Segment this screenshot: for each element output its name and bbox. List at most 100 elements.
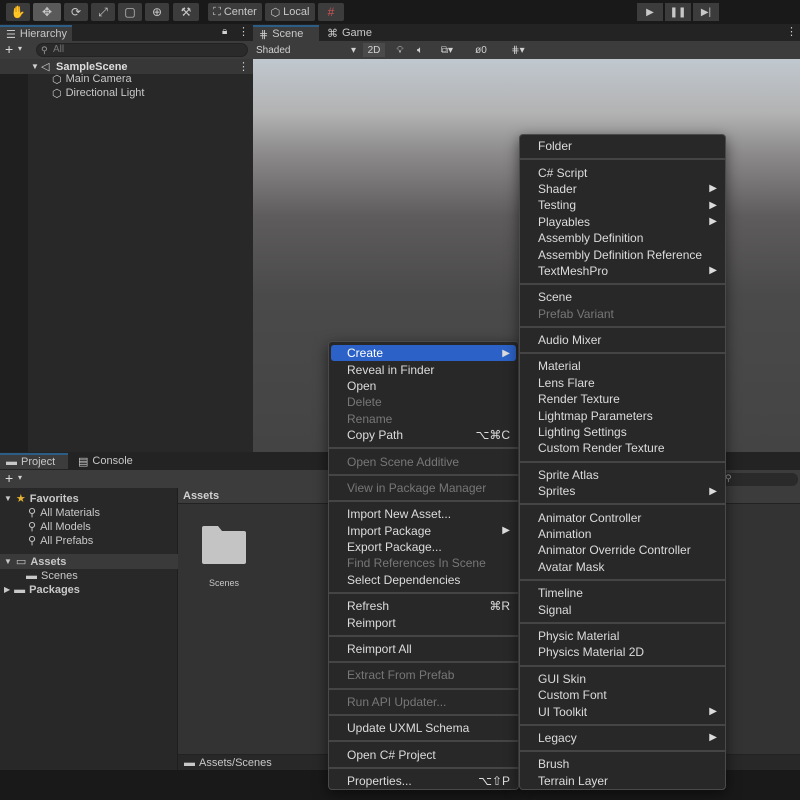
create-item-assembly-definition[interactable]: Assembly Definition <box>520 230 725 246</box>
create-item-material[interactable]: Material <box>520 358 725 374</box>
create-item-assembly-definition-reference[interactable]: Assembly Definition Reference <box>520 246 725 262</box>
folder-icon[interactable] <box>200 524 248 566</box>
chevron-down-icon[interactable]: ▾ <box>18 473 22 482</box>
effects-icon[interactable]: ⧉▾ <box>433 43 461 57</box>
create-item-timeline[interactable]: Timeline <box>520 585 725 601</box>
create-item-gui-skin[interactable]: GUI Skin <box>520 671 725 687</box>
pause-button[interactable]: ❚❚ <box>665 3 691 21</box>
rect-tool-icon[interactable]: ▢ <box>118 3 142 21</box>
create-item-scene[interactable]: Scene <box>520 289 725 305</box>
menu-item-reimport[interactable]: Reimport <box>329 614 518 630</box>
favorite-item[interactable]: ⚲ All Prefabs <box>28 534 93 548</box>
expand-arrow-icon[interactable]: ▶ <box>4 585 10 594</box>
tab-console[interactable]: ▤ Console <box>72 453 138 469</box>
2d-toggle[interactable]: 2D <box>363 43 385 57</box>
create-item-physic-material[interactable]: Physic Material <box>520 628 725 644</box>
menu-item-export-package[interactable]: Export Package... <box>329 539 518 555</box>
play-button[interactable]: ▶ <box>637 3 663 21</box>
create-item-legacy[interactable]: Legacy ▶ <box>520 730 725 746</box>
create-item-ui-toolkit[interactable]: UI Toolkit ▶ <box>520 703 725 719</box>
shading-dropdown[interactable]: Shaded ▾ <box>256 43 356 57</box>
add-icon[interactable]: + <box>5 41 13 57</box>
create-item-physics-material-2d[interactable]: Physics Material 2D <box>520 644 725 660</box>
create-item-lightmap-parameters[interactable]: Lightmap Parameters <box>520 407 725 423</box>
menu-item-import-package[interactable]: Import Package ▶ <box>329 523 518 539</box>
menu-item-reveal-in-finder[interactable]: Reveal in Finder <box>329 361 518 377</box>
menu-item-open[interactable]: Open <box>329 378 518 394</box>
create-item-shader[interactable]: Shader ▶ <box>520 181 725 197</box>
lock-icon[interactable]: 🔒︎ <box>222 26 227 37</box>
kebab-menu-icon[interactable]: ⋮ <box>786 25 797 38</box>
gizmos-icon[interactable]: ⋕▾ <box>503 43 533 57</box>
create-item-lighting-settings[interactable]: Lighting Settings <box>520 424 725 440</box>
tab-scene[interactable]: ⋕ Scene <box>253 25 319 41</box>
menu-item-properties[interactable]: Properties... ⌥⇧P <box>329 773 518 789</box>
menu-item-copy-path[interactable]: Copy Path ⌥⌘C <box>329 427 518 443</box>
create-item-audio-mixer[interactable]: Audio Mixer <box>520 332 725 348</box>
menu-item-create[interactable]: Create ▶ <box>331 345 516 362</box>
create-item-terrain-layer[interactable]: Terrain Layer <box>520 773 725 789</box>
custom-tool-icon[interactable]: ⚒ <box>173 3 199 21</box>
search-input[interactable]: ⚲ All <box>36 43 248 57</box>
create-item-folder[interactable]: Folder <box>520 138 725 154</box>
pause-icon: ❚❚ <box>669 6 687 18</box>
menu-item-label: Testing <box>538 198 577 213</box>
create-item-animator-controller[interactable]: Animator Controller <box>520 509 725 525</box>
create-item-sprite-atlas[interactable]: Sprite Atlas <box>520 467 725 483</box>
hand-tool-icon[interactable]: ✋ <box>6 3 30 21</box>
create-item-playables[interactable]: Playables ▶ <box>520 214 725 230</box>
create-item-custom-font[interactable]: Custom Font <box>520 687 725 703</box>
favorites-node[interactable]: ▼ ★ Favorites <box>4 492 79 506</box>
move-tool-icon[interactable]: ✥ <box>33 3 61 21</box>
menu-item-reimport-all[interactable]: Reimport All <box>329 641 518 657</box>
rotate-tool-icon[interactable]: ⟳ <box>64 3 88 21</box>
menu-item-open-c-project[interactable]: Open C# Project <box>329 746 518 762</box>
scale-tool-icon[interactable]: ⤢ <box>91 3 115 21</box>
create-item-animation[interactable]: Animation <box>520 526 725 542</box>
create-item-textmeshpro[interactable]: TextMeshPro ▶ <box>520 263 725 279</box>
expand-arrow-icon[interactable]: ▼ <box>31 62 39 71</box>
space-toggle[interactable]: ⬡ Local <box>265 3 315 21</box>
grid-snap-icon[interactable]: # <box>318 3 344 21</box>
favorite-item[interactable]: ⚲ All Materials <box>28 506 100 520</box>
scenes-node[interactable]: ▬ Scenes <box>26 569 78 582</box>
menu-separator <box>520 661 725 671</box>
assets-node[interactable]: ▼ ▭ Assets <box>4 555 66 569</box>
create-item-sprites[interactable]: Sprites ▶ <box>520 483 725 499</box>
tab-project[interactable]: ▬ Project <box>0 453 68 469</box>
create-item-lens-flare[interactable]: Lens Flare <box>520 375 725 391</box>
create-item-avatar-mask[interactable]: Avatar Mask <box>520 559 725 575</box>
menu-separator <box>329 470 518 480</box>
add-icon[interactable]: + <box>5 470 13 486</box>
tab-game[interactable]: ⌘ Game <box>321 25 377 41</box>
create-item-custom-render-texture[interactable]: Custom Render Texture <box>520 440 725 456</box>
create-item-animator-override-controller[interactable]: Animator Override Controller <box>520 542 725 558</box>
create-item-c-script[interactable]: C# Script <box>520 164 725 180</box>
project-search-input[interactable]: ⚲ <box>722 473 798 486</box>
create-item-signal[interactable]: Signal <box>520 601 725 617</box>
expand-arrow-icon[interactable]: ▼ <box>4 557 12 566</box>
menu-item-label: Material <box>538 359 581 374</box>
hidden-objects-toggle[interactable]: ø0 <box>465 43 497 57</box>
favorite-item[interactable]: ⚲ All Models <box>28 520 91 534</box>
menu-item-update-uxml-schema[interactable]: Update UXML Schema <box>329 720 518 736</box>
lightbulb-icon[interactable]: 💡︎ <box>391 43 409 57</box>
chevron-down-icon[interactable]: ▾ <box>18 44 22 53</box>
menu-item-import-new-asset[interactable]: Import New Asset... <box>329 506 518 522</box>
scene-menu-icon[interactable]: ⋮ <box>238 60 249 73</box>
transform-tool-icon[interactable]: ⊕ <box>145 3 169 21</box>
step-button[interactable]: ▶| <box>693 3 719 21</box>
menu-item-select-dependencies[interactable]: Select Dependencies <box>329 572 518 588</box>
hierarchy-item[interactable]: ⬡ Directional Light <box>52 86 144 100</box>
create-item-testing[interactable]: Testing ▶ <box>520 197 725 213</box>
expand-arrow-icon[interactable]: ▼ <box>4 494 12 503</box>
kebab-menu-icon[interactable]: ⋮ <box>238 25 249 38</box>
packages-node[interactable]: ▶ ▬ Packages <box>4 583 80 596</box>
create-item-brush[interactable]: Brush <box>520 756 725 772</box>
tab-hierarchy[interactable]: ☰ Hierarchy <box>0 25 72 41</box>
audio-icon[interactable]: 🔈︎ <box>411 43 429 57</box>
pivot-toggle[interactable]: ⛶ Center <box>208 3 262 21</box>
menu-item-refresh[interactable]: Refresh ⌘R <box>329 598 518 614</box>
hierarchy-item[interactable]: ⬡ Main Camera <box>52 72 132 86</box>
create-item-render-texture[interactable]: Render Texture <box>520 391 725 407</box>
